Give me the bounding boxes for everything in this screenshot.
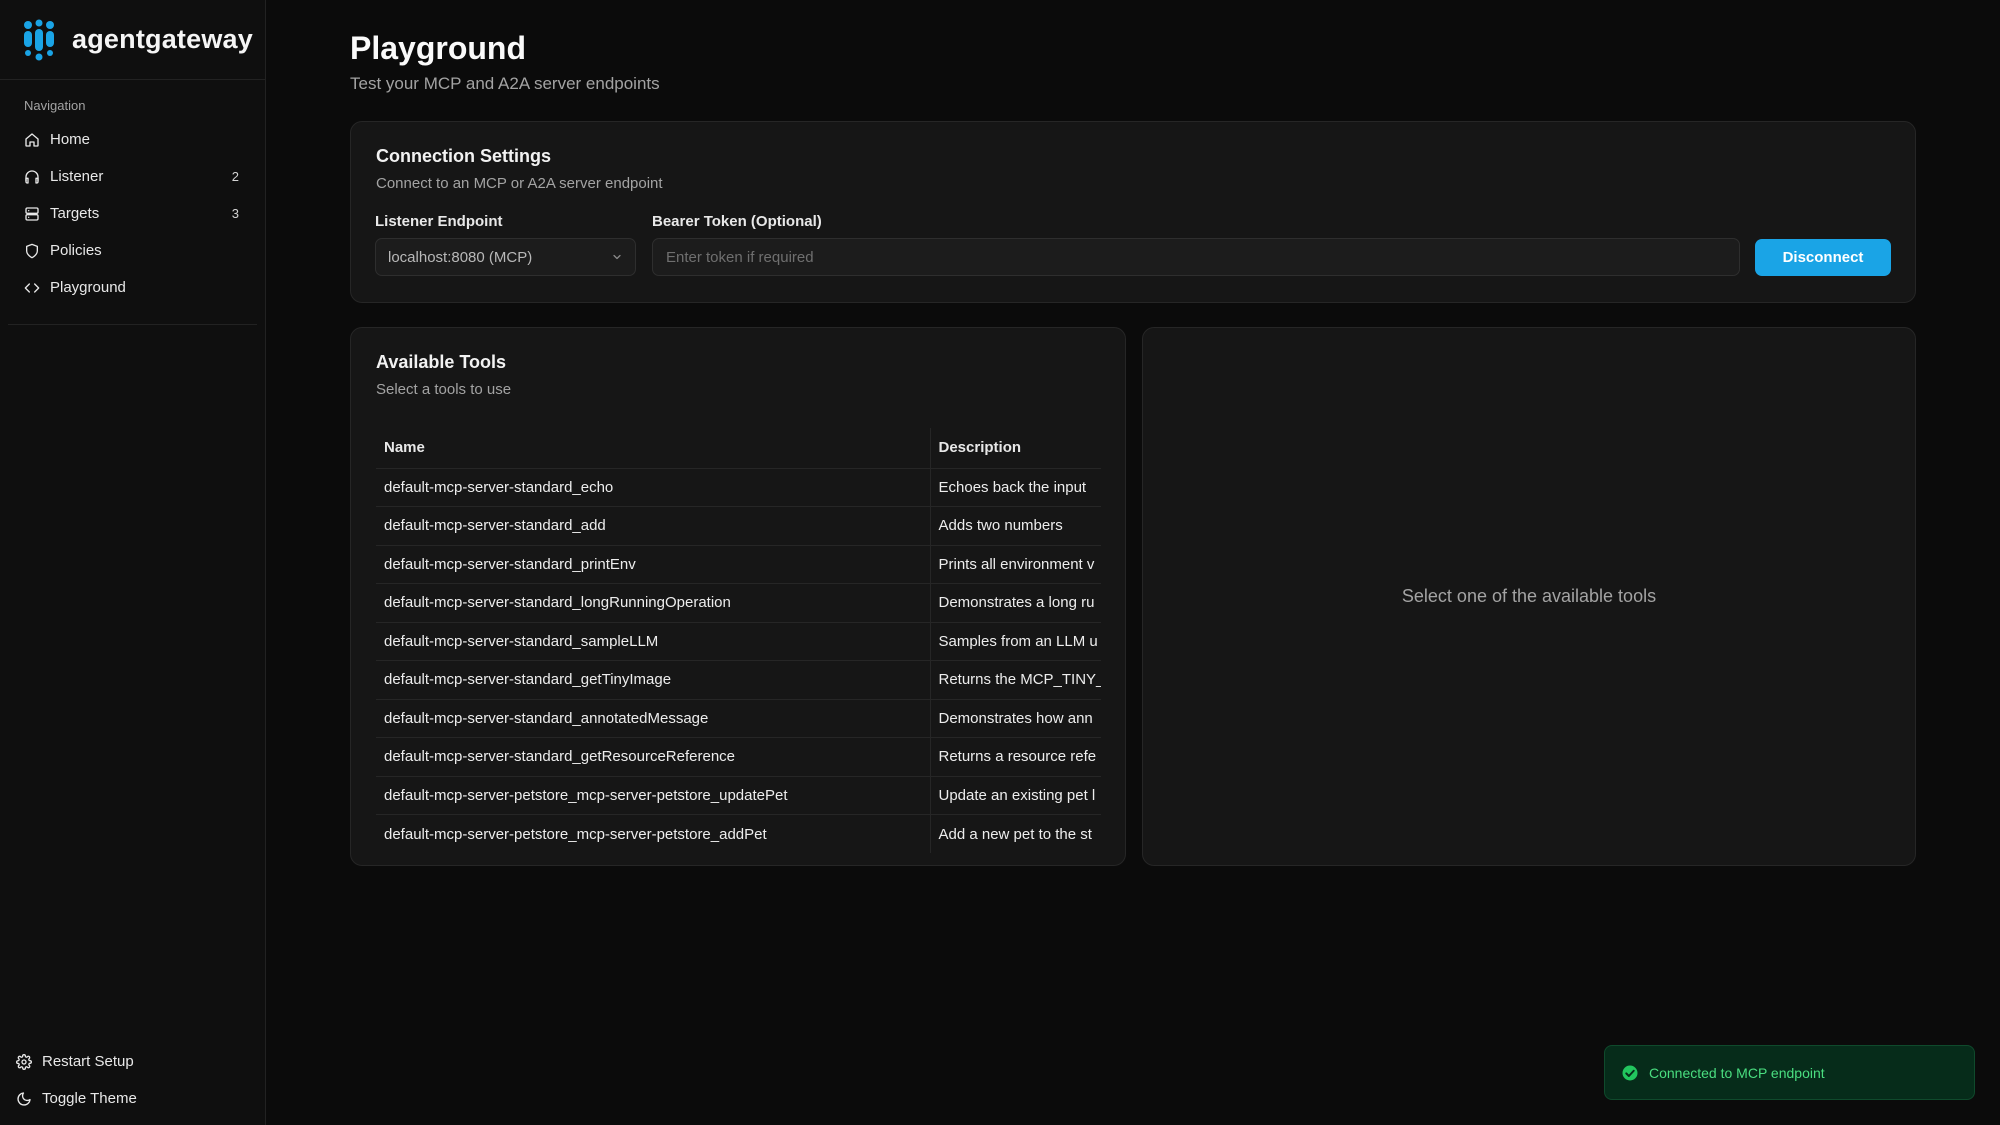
tool-description-cell: Echoes back the input — [929, 468, 1101, 507]
toggle-theme-button[interactable]: Toggle Theme — [8, 1080, 257, 1117]
sidebar-item-listener[interactable]: Listener 2 — [16, 158, 249, 195]
tool-name-cell: default-mcp-server-petstore_mcp-server-p… — [376, 776, 930, 815]
toast-notification[interactable]: Connected to MCP endpoint — [1604, 1045, 1975, 1100]
table-row[interactable]: default-mcp-server-standard_longRunningO… — [376, 583, 1101, 623]
tool-name-cell: default-mcp-server-standard_sampleLLM — [376, 622, 930, 661]
sidebar-item-targets[interactable]: Targets 3 — [16, 195, 249, 232]
tool-description-cell: Adds two numbers — [929, 506, 1101, 546]
sidebar-item-policies[interactable]: Policies — [16, 232, 249, 269]
gear-icon — [16, 1053, 32, 1070]
table-row[interactable]: default-mcp-server-standard_sampleLLM Sam… — [376, 622, 1101, 661]
tool-description-cell: Returns the MCP_TINY_ — [929, 660, 1101, 700]
sidebar-item-label: Targets — [50, 205, 100, 222]
tool-name-cell: default-mcp-server-standard_annotatedMes… — [376, 699, 930, 738]
shield-icon — [24, 243, 40, 259]
page-subtitle: Test your MCP and A2A server endpoints — [350, 74, 660, 93]
column-header-description[interactable]: Description — [929, 428, 1101, 469]
tools-table-body: default-mcp-server-standard_echo Echoes b… — [376, 468, 1101, 853]
tool-name-cell: default-mcp-server-standard_printEnv — [376, 545, 930, 584]
server-icon — [24, 206, 40, 222]
brand-name: agentgateway — [72, 24, 253, 54]
bearer-token-input[interactable] — [652, 238, 1740, 276]
tool-name-cell: default-mcp-server-standard_longRunningO… — [376, 583, 930, 623]
tool-name-cell: default-mcp-server-standard_getTinyImage — [376, 660, 930, 700]
toast-message: Connected to MCP endpoint — [1649, 1064, 1825, 1081]
sidebar-item-label: Playground — [50, 279, 126, 296]
tool-name-cell: default-mcp-server-standard_add — [376, 506, 930, 546]
tool-name-cell: default-mcp-server-standard_echo — [376, 468, 930, 507]
tool-description-cell: Update an existing pet l — [929, 776, 1101, 815]
moon-icon — [16, 1091, 32, 1107]
table-row[interactable]: default-mcp-server-standard_printEnv Prin… — [376, 545, 1101, 584]
code-icon — [24, 280, 40, 296]
toggle-theme-label: Toggle Theme — [42, 1090, 137, 1107]
tool-description-cell: Demonstrates how ann — [929, 699, 1101, 738]
brand[interactable]: agentgateway — [0, 0, 265, 80]
table-row[interactable]: default-mcp-server-standard_getTinyImage… — [376, 660, 1101, 700]
tool-name-cell: default-mcp-server-standard_getResourceR… — [376, 737, 930, 777]
listener-endpoint-label: Listener Endpoint — [375, 213, 503, 230]
disconnect-button[interactable]: Disconnect — [1755, 239, 1891, 276]
available-tools-card: Available Tools Select a tools to use Na… — [350, 327, 1126, 866]
tool-description-cell: Prints all environment v — [929, 545, 1101, 584]
agentgateway-logo-icon — [24, 19, 54, 60]
available-tools-subtitle: Select a tools to use — [376, 381, 512, 398]
listener-endpoint-select[interactable]: localhost:8080 (MCP) — [375, 238, 636, 276]
tool-description-cell: Returns a resource refe — [929, 737, 1101, 777]
table-row[interactable]: default-mcp-server-standard_getResourceR… — [376, 737, 1101, 777]
available-tools-title: Available Tools — [376, 352, 507, 372]
sidebar-item-count: 3 — [231, 206, 239, 221]
restart-setup-button[interactable]: Restart Setup — [8, 1043, 257, 1080]
headphones-icon — [24, 169, 40, 185]
listener-endpoint-value: localhost:8080 (MCP) — [388, 248, 533, 266]
page-title: Playground — [350, 30, 527, 66]
sidebar-nav: Navigation Home Listener 2 Targets 3 Pol… — [8, 80, 257, 325]
tool-description-cell: Samples from an LLM u — [929, 622, 1101, 661]
tool-description-cell: Add a new pet to the st — [929, 814, 1101, 853]
sidebar-footer: Restart Setup Toggle Theme — [8, 1043, 257, 1117]
table-row[interactable]: default-mcp-server-standard_add Adds two … — [376, 506, 1101, 546]
sidebar: agentgateway Navigation Home Listener 2 … — [0, 0, 266, 1125]
sidebar-item-count: 2 — [231, 169, 239, 184]
check-circle-icon — [1622, 1065, 1638, 1080]
sidebar-item-label: Listener — [50, 168, 104, 185]
tool-description-cell: Demonstrates a long ru — [929, 583, 1101, 623]
column-header-name[interactable]: Name — [376, 428, 930, 469]
sidebar-item-playground[interactable]: Playground — [16, 269, 249, 306]
connection-settings-title: Connection Settings — [376, 146, 551, 166]
tools-table-header: Name Description — [376, 428, 1101, 469]
table-row[interactable]: default-mcp-server-standard_echo Echoes b… — [376, 468, 1101, 507]
nav-heading: Navigation — [24, 98, 86, 113]
tool-detail-empty-text: Select one of the available tools — [1401, 586, 1657, 606]
sidebar-item-label: Home — [50, 131, 91, 148]
tool-name-cell: default-mcp-server-petstore_mcp-server-p… — [384, 825, 767, 843]
sidebar-item-label: Policies — [50, 242, 102, 259]
connection-settings-subtitle: Connect to an MCP or A2A server endpoint — [376, 175, 663, 192]
sidebar-item-home[interactable]: Home — [16, 121, 249, 158]
tools-table: Name Description default-mcp-server-stan… — [376, 428, 1101, 853]
table-row[interactable]: default-mcp-server-standard_annotatedMes… — [376, 699, 1101, 738]
table-row[interactable]: default-mcp-server-petstore_mcp-server-p… — [376, 814, 1101, 853]
chevron-down-icon — [613, 254, 621, 260]
restart-setup-label: Restart Setup — [42, 1053, 134, 1070]
table-row[interactable]: default-mcp-server-petstore_mcp-server-p… — [376, 776, 1101, 815]
bearer-token-label: Bearer Token (Optional) — [652, 213, 822, 230]
home-icon — [24, 132, 40, 148]
tool-detail-panel: Select one of the available tools — [1142, 327, 1916, 866]
